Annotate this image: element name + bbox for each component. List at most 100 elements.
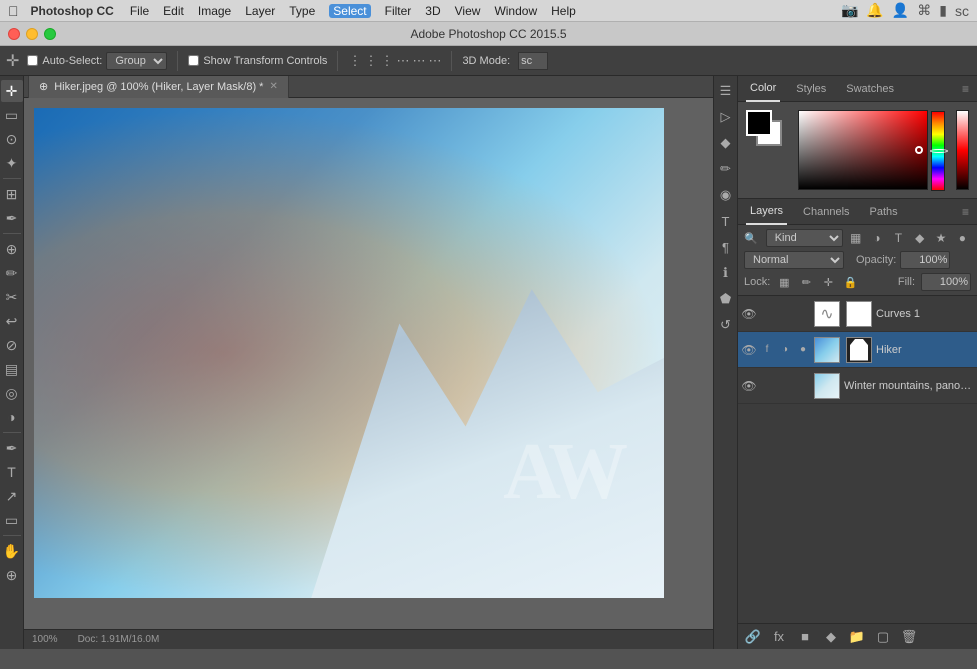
tab-close-icon[interactable]: ✕ [269, 81, 277, 92]
3d-mode-input[interactable] [518, 52, 548, 70]
filter-type-icon[interactable]: T [890, 229, 907, 247]
history-brush-tool[interactable]: ↩ [1, 310, 23, 332]
dodge-tool[interactable]: ◑ [1, 406, 23, 428]
app-name[interactable]: Photoshop CC [31, 4, 114, 18]
lasso-tool[interactable]: ⊙ [1, 128, 23, 150]
gradient-tool[interactable]: ▤ [1, 358, 23, 380]
hue-strip[interactable] [931, 111, 945, 191]
lock-paint-icon[interactable]: ✏ [798, 274, 814, 290]
align-right-icon[interactable]: ⋮ [380, 53, 393, 69]
menu-type[interactable]: Type [289, 4, 315, 18]
document-tab[interactable]: ⊕ Hiker.jpeg @ 100% (Hiker, Layer Mask/8… [28, 76, 289, 98]
menu-view[interactable]: View [455, 4, 481, 18]
menu-file[interactable]: File [130, 4, 149, 18]
dropbox-icon[interactable]: 📷 [841, 2, 858, 19]
menu-filter[interactable]: Filter [385, 4, 412, 18]
align-bottom-icon[interactable]: ⋯ [428, 53, 441, 69]
layers-panel-icon[interactable]: ☰ [715, 80, 737, 102]
layer-row-hiker[interactable]: 👁 f ◑ ● Hiker [738, 332, 977, 368]
layer-row-curves[interactable]: 👁 ∿ Curves 1 [738, 296, 977, 332]
tab-styles[interactable]: Styles [792, 76, 830, 102]
eyedropper-tool[interactable]: ✒ [1, 207, 23, 229]
align-top-icon[interactable]: ⋯ [396, 53, 409, 69]
blur-tool[interactable]: ◎ [1, 382, 23, 404]
align-center-icon[interactable]: ⋮ [364, 53, 377, 69]
minimize-button[interactable] [26, 28, 38, 40]
adjustments-icon[interactable]: ◆ [715, 132, 737, 154]
paragraph-icon[interactable]: ¶ [715, 236, 737, 258]
properties-icon[interactable]: ℹ [715, 262, 737, 284]
filter-pixel-icon[interactable]: ▦ [847, 229, 864, 247]
delete-layer-icon[interactable]: 🗑 [900, 628, 918, 646]
opacity-input[interactable] [900, 251, 950, 269]
lock-transparent-icon[interactable]: ▦ [776, 274, 792, 290]
menu-help[interactable]: Help [551, 4, 576, 18]
menu-image[interactable]: Image [198, 4, 231, 18]
tab-layers[interactable]: Layers [746, 199, 787, 225]
add-mask-icon[interactable]: ■ [796, 628, 814, 646]
new-group-icon[interactable]: 📁 [848, 628, 866, 646]
channels-panel-icon[interactable]: ▷ [715, 106, 737, 128]
maximize-button[interactable] [44, 28, 56, 40]
character-icon[interactable]: T [715, 210, 737, 232]
filter-smart-icon[interactable]: ★ [932, 229, 949, 247]
history-icon[interactable]: ↺ [715, 314, 737, 336]
color-panel-menu[interactable]: ≡ [962, 82, 969, 96]
color-panel-icon[interactable]: ◉ [715, 184, 737, 206]
crop-tool[interactable]: ⊞ [1, 183, 23, 205]
lock-all-icon[interactable]: 🔒 [842, 274, 858, 290]
new-layer-icon[interactable]: ▢ [874, 628, 892, 646]
tab-paths[interactable]: Paths [866, 199, 902, 225]
menu-3d[interactable]: 3D [425, 4, 440, 18]
hand-tool[interactable]: ✋ [1, 540, 23, 562]
alpha-strip[interactable] [956, 110, 969, 190]
tab-channels[interactable]: Channels [799, 199, 853, 225]
layer-effects-footer-icon[interactable]: fx [770, 628, 788, 646]
brush-settings-icon[interactable]: ✏ [715, 158, 737, 180]
wifi-icon[interactable]: ⌘ [917, 2, 931, 19]
magic-wand-tool[interactable]: ✦ [1, 152, 23, 174]
filter-active[interactable]: ● [954, 229, 971, 247]
tab-swatches[interactable]: Swatches [842, 76, 898, 102]
align-middle-icon[interactable]: ⋯ [412, 53, 425, 69]
filter-shape-icon[interactable]: ◆ [911, 229, 928, 247]
menu-edit[interactable]: Edit [163, 4, 184, 18]
layer-visibility-curves[interactable]: 👁 [742, 307, 756, 321]
layer-row-mountains[interactable]: 👁 Winter mountains, panora... [738, 368, 977, 404]
eraser-tool[interactable]: ⊘ [1, 334, 23, 356]
shape-tool[interactable]: ▭ [1, 509, 23, 531]
clone-stamp-tool[interactable]: ✂ [1, 286, 23, 308]
layer-visibility-mountains[interactable]: 👁 [742, 379, 756, 393]
layers-panel-menu[interactable]: ≡ [962, 205, 969, 219]
battery-icon[interactable]: ▮ [939, 2, 947, 19]
user-icon[interactable]: 👤 [892, 2, 909, 19]
color-gradient-picker[interactable] [798, 110, 928, 190]
auto-select-dropdown[interactable]: Group [106, 52, 167, 70]
type-tool[interactable]: T [1, 461, 23, 483]
transform-controls-checkbox[interactable] [188, 55, 199, 66]
pen-tool[interactable]: ✒ [1, 437, 23, 459]
auto-select-checkbox[interactable] [27, 55, 38, 66]
menu-select[interactable]: Select [329, 4, 370, 18]
marquee-tool[interactable]: ▭ [1, 104, 23, 126]
link-layers-icon[interactable]: 🔗 [744, 628, 762, 646]
brush-tool[interactable]: ✏ [1, 262, 23, 284]
paths-icon[interactable]: ⬟ [715, 288, 737, 310]
new-fill-layer-icon[interactable]: ◆ [822, 628, 840, 646]
layer-visibility-hiker[interactable]: 👁 [742, 343, 756, 357]
path-selection-tool[interactable]: ↗ [1, 485, 23, 507]
apple-menu-icon[interactable]:  [8, 3, 19, 19]
notification-icon[interactable]: 🔔 [866, 2, 883, 19]
fill-input[interactable] [921, 273, 971, 291]
menu-window[interactable]: Window [494, 4, 537, 18]
tab-color[interactable]: Color [746, 76, 780, 102]
filter-kind-dropdown[interactable]: Kind [766, 229, 843, 247]
align-left-icon[interactable]: ⋮ [348, 53, 361, 69]
close-button[interactable] [8, 28, 20, 40]
blend-mode-dropdown[interactable]: Normal [744, 251, 844, 269]
canvas-wrapper[interactable]: AW [24, 98, 713, 629]
filter-adjust-icon[interactable]: ◑ [868, 229, 885, 247]
menu-layer[interactable]: Layer [245, 4, 275, 18]
zoom-tool[interactable]: ⊕ [1, 564, 23, 586]
healing-brush-tool[interactable]: ⊕ [1, 238, 23, 260]
